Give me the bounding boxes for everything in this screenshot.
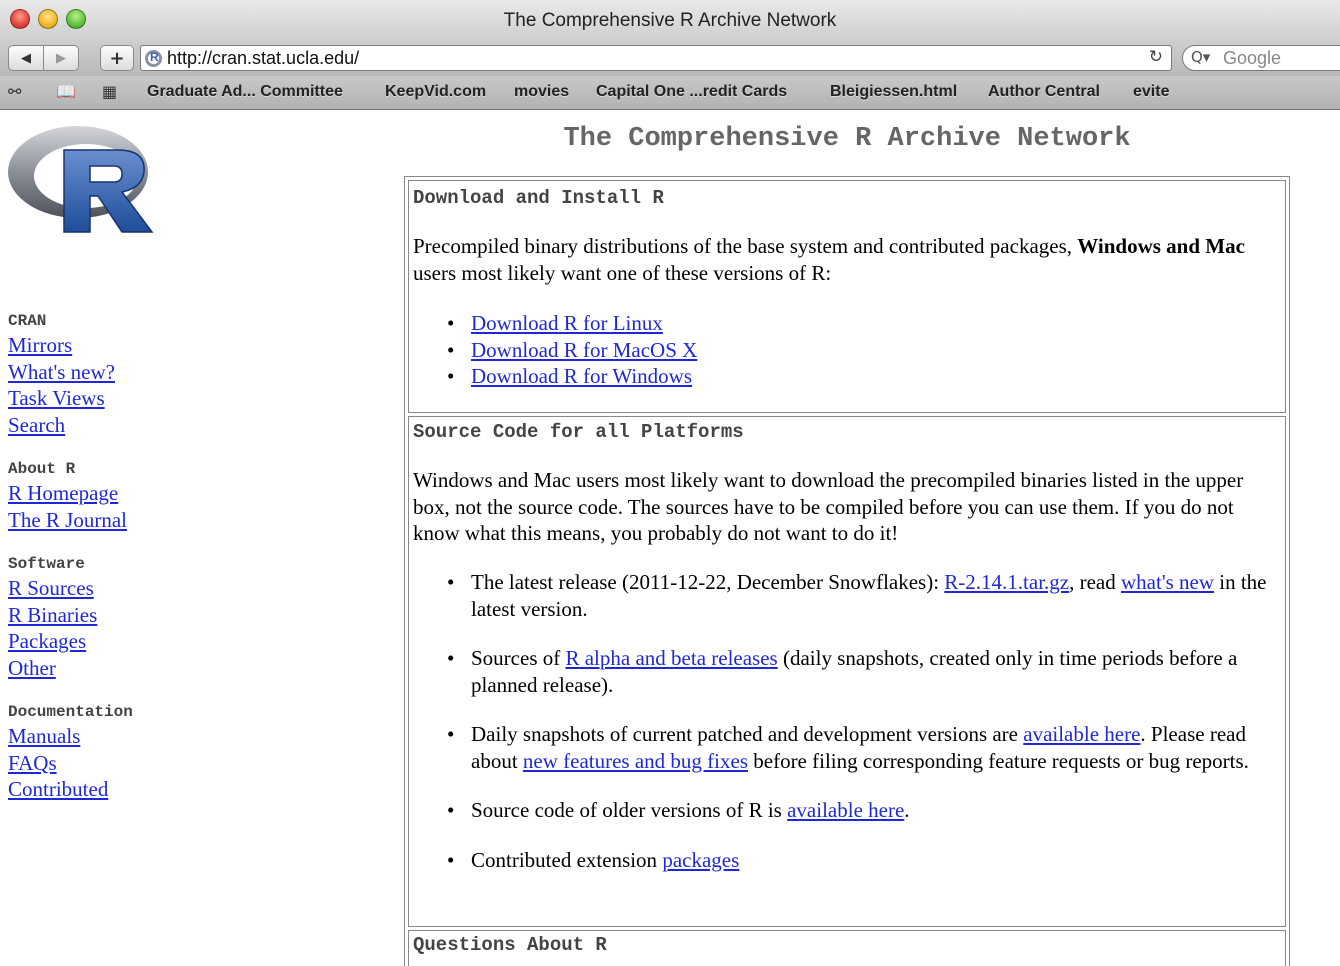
sidebar-group-software: Software R Sources R Binaries Packages O…: [8, 553, 308, 681]
browser-toolbar: ◀ ▶ + http://cran.stat.ucla.edu/ ↻ Q▾ Go…: [0, 40, 1340, 76]
reload-icon[interactable]: ↻: [1149, 47, 1163, 67]
add-bookmark-button[interactable]: +: [100, 45, 134, 71]
sidebar-heading: Software: [8, 555, 85, 573]
page-title: The Comprehensive R Archive Network: [563, 124, 1131, 154]
sidebar-group-cran: CRAN Mirrors What's new? Task Views Sear…: [8, 310, 308, 438]
sidebar-link-other[interactable]: Other: [8, 655, 308, 682]
top-sites-grid-icon[interactable]: ▦: [102, 82, 117, 101]
address-bar[interactable]: http://cran.stat.ucla.edu/ ↻: [140, 45, 1172, 71]
whats-new-link[interactable]: what's new: [1121, 570, 1214, 594]
source-intro: Windows and Mac users most likely want t…: [413, 468, 1244, 545]
forward-arrow-icon: ▶: [56, 50, 66, 66]
sidebar-heading: Documentation: [8, 703, 133, 721]
alpha-beta-releases-link[interactable]: R alpha and beta releases: [565, 646, 777, 670]
sidebar-group-documentation: Documentation Manuals FAQs Contributed: [8, 701, 308, 803]
reading-list-icon[interactable]: ⚯: [8, 82, 21, 101]
sidebar-link-r-sources[interactable]: R Sources: [8, 575, 308, 602]
list-item: Sources of R alpha and beta releases (da…: [409, 645, 1279, 698]
search-icon[interactable]: Q▾: [1191, 48, 1210, 66]
window-titlebar: The Comprehensive R Archive Network: [0, 0, 1340, 40]
sidebar-link-r-binaries[interactable]: R Binaries: [8, 602, 308, 629]
sidebar-link-search[interactable]: Search: [8, 412, 308, 439]
contributed-packages-link[interactable]: packages: [662, 848, 739, 872]
list-item: Download R for Windows: [409, 363, 1279, 390]
download-links-list: Download R for Linux Download R for MacO…: [409, 310, 1279, 390]
bookmark-item[interactable]: Graduate Ad... Committee: [147, 83, 343, 101]
download-windows-link[interactable]: Download R for Windows: [471, 364, 692, 388]
forward-button[interactable]: ▶: [43, 45, 79, 71]
download-macos-link[interactable]: Download R for MacOS X: [471, 338, 697, 362]
list-item: Download R for MacOS X: [409, 337, 1279, 364]
sidebar-link-whats-new[interactable]: What's new?: [8, 359, 308, 386]
r-favicon-icon: [145, 50, 162, 67]
sidebar-link-r-journal[interactable]: The R Journal: [8, 507, 308, 534]
download-linux-link[interactable]: Download R for Linux: [471, 311, 663, 335]
sidebar-heading: About R: [8, 460, 76, 478]
bookmark-item[interactable]: KeepVid.com: [385, 83, 486, 101]
download-intro: Precompiled binary distributions of the …: [413, 234, 1245, 285]
search-placeholder: Google: [1223, 48, 1282, 68]
list-item: Daily snapshots of current patched and d…: [409, 721, 1279, 774]
sidebar-link-contributed[interactable]: Contributed: [8, 776, 308, 803]
list-item: Download R for Linux: [409, 310, 1279, 337]
new-features-link[interactable]: new features and bug fixes: [523, 749, 748, 773]
sidebar-nav: CRAN Mirrors What's new? Task Views Sear…: [8, 310, 308, 823]
section-heading: Questions About R: [413, 934, 607, 956]
list-item: Contributed extension packages: [409, 847, 1279, 874]
plus-icon: +: [109, 47, 125, 69]
questions-box: Questions About R: [408, 930, 1286, 966]
source-code-box: Source Code for all Platforms Windows an…: [408, 416, 1286, 927]
bookmark-item[interactable]: Capital One ...redit Cards: [596, 83, 787, 101]
sidebar-link-mirrors[interactable]: Mirrors: [8, 332, 308, 359]
r-tarball-link[interactable]: R-2.14.1.tar.gz: [944, 570, 1069, 594]
back-button[interactable]: ◀: [8, 45, 44, 71]
bookmarks-bar: ⚯ 📖 ▦ Graduate Ad... Committee KeepVid.c…: [0, 76, 1340, 110]
source-list: The latest release (2011-12-22, December…: [409, 569, 1279, 873]
list-item: The latest release (2011-12-22, December…: [409, 569, 1279, 622]
sidebar-link-r-homepage[interactable]: R Homepage: [8, 480, 308, 507]
older-versions-link[interactable]: available here: [787, 798, 904, 822]
bookmark-item[interactable]: evite: [1133, 83, 1169, 101]
sidebar-link-faqs[interactable]: FAQs: [8, 750, 308, 777]
bookmark-item[interactable]: Author Central: [988, 83, 1100, 101]
sidebar-link-task-views[interactable]: Task Views: [8, 385, 308, 412]
url-text[interactable]: http://cran.stat.ucla.edu/: [167, 48, 359, 69]
snapshots-available-link[interactable]: available here: [1023, 722, 1140, 746]
sidebar-link-manuals[interactable]: Manuals: [8, 723, 308, 750]
search-field[interactable]: Q▾ Google: [1182, 45, 1340, 71]
section-heading: Download and Install R: [413, 187, 664, 209]
sidebar-link-packages[interactable]: Packages: [8, 628, 308, 655]
bookmark-item[interactable]: Bleigiessen.html: [830, 83, 957, 101]
sidebar-group-about: About R R Homepage The R Journal: [8, 458, 308, 533]
list-item: Source code of older versions of R is av…: [409, 797, 1279, 824]
bookmarks-book-icon[interactable]: 📖: [56, 82, 76, 101]
sidebar-heading: CRAN: [8, 312, 47, 330]
section-heading: Source Code for all Platforms: [413, 421, 744, 443]
download-install-box: Download and Install R Precompiled binar…: [408, 180, 1286, 413]
window-title: The Comprehensive R Archive Network: [503, 10, 837, 31]
back-arrow-icon: ◀: [21, 50, 31, 66]
main-content-box: Download and Install R Precompiled binar…: [404, 176, 1290, 966]
r-logo[interactable]: [6, 120, 158, 238]
bookmark-item[interactable]: movies: [514, 83, 569, 101]
